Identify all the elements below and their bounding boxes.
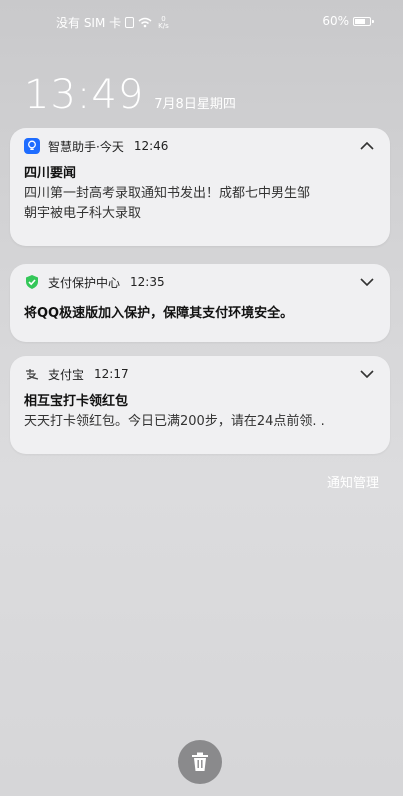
- notification-header: 智慧助手·今天 12:46: [10, 128, 390, 164]
- chevron-down-icon[interactable]: [358, 365, 376, 383]
- notification-body-line1: 四川第一封高考录取通知书发出！成都七中男生邹: [24, 186, 311, 201]
- app-name: 支付保护中心: [48, 275, 121, 290]
- network-speed: 0 K/s: [158, 15, 169, 30]
- clock-date: 7月8日星期四: [154, 97, 236, 112]
- notification-header: 支付保护中心 12:35: [10, 264, 390, 300]
- battery-icon: [353, 16, 374, 26]
- app-name: 支付宝: [48, 367, 85, 382]
- status-right: 60%: [322, 14, 374, 28]
- notification-card-zhihui[interactable]: 智慧助手·今天 12:46 四川要闻 四川第一封高考录取通知书发出！成都七中男生…: [10, 128, 390, 246]
- status-bar: 没有 SIM 卡 0 K/s 60%: [0, 0, 403, 40]
- notification-title: 四川要闻: [24, 166, 77, 181]
- notification-time: 12:35: [130, 275, 165, 289]
- notification-time: 12:17: [94, 367, 129, 381]
- sim-icon: [125, 17, 135, 28]
- notification-header: 支付宝 12:17: [10, 356, 390, 392]
- clear-notifications-button[interactable]: [178, 740, 222, 784]
- notification-time: 12:46: [133, 139, 169, 153]
- notification-card-alipay[interactable]: 支付宝 12:17 相互宝打卡领红包 天天打卡领红包。今日已满200步，请在24…: [10, 356, 390, 454]
- notification-body: 将QQ极速版加入保护，保障其支付环境安全。: [24, 306, 294, 321]
- alipay-icon: [24, 366, 40, 382]
- battery-percent: 60%: [322, 14, 349, 28]
- lock-clock: 13:49 7月8日星期四: [24, 72, 236, 118]
- notification-body-line2: 朝宇被电子科大录取: [24, 206, 142, 221]
- speed-unit: K/s: [158, 21, 169, 30]
- carrier-text: 没有 SIM 卡: [56, 16, 122, 30]
- wifi-icon: [138, 17, 152, 28]
- shield-check-icon: [24, 274, 40, 290]
- clock-time: 13:49: [24, 72, 145, 118]
- notification-card-payment-protection[interactable]: 支付保护中心 12:35 将QQ极速版加入保护，保障其支付环境安全。: [10, 264, 390, 342]
- chevron-down-icon[interactable]: [358, 273, 376, 291]
- trash-icon: [192, 752, 208, 771]
- bulb-icon: [24, 138, 40, 154]
- notification-title: 相互宝打卡领红包: [24, 394, 129, 409]
- notification-manage-link[interactable]: 通知管理: [327, 472, 379, 491]
- status-left: 没有 SIM 卡 0 K/s: [56, 14, 169, 31]
- chevron-up-icon[interactable]: [358, 137, 376, 155]
- app-name: 智慧助手·今天: [48, 139, 124, 154]
- notification-body: 天天打卡领红包。今日已满200步，请在24点前领. .: [24, 414, 325, 429]
